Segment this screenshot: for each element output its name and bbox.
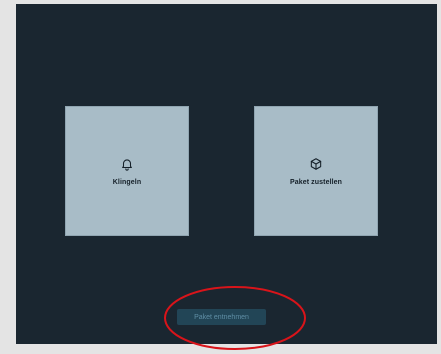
ring-bell-label: Klingeln — [112, 178, 142, 186]
deliver-package-label: Paket zustellen — [289, 178, 343, 186]
bell-icon — [120, 157, 134, 171]
page: Klingeln Paket zustellen Paket entnehmen — [0, 0, 441, 354]
package-icon — [309, 157, 323, 171]
deliver-package-tile[interactable]: Paket zustellen — [254, 106, 378, 236]
ring-bell-tile[interactable]: Klingeln — [65, 106, 189, 236]
take-package-button[interactable]: Paket entnehmen — [177, 309, 266, 325]
